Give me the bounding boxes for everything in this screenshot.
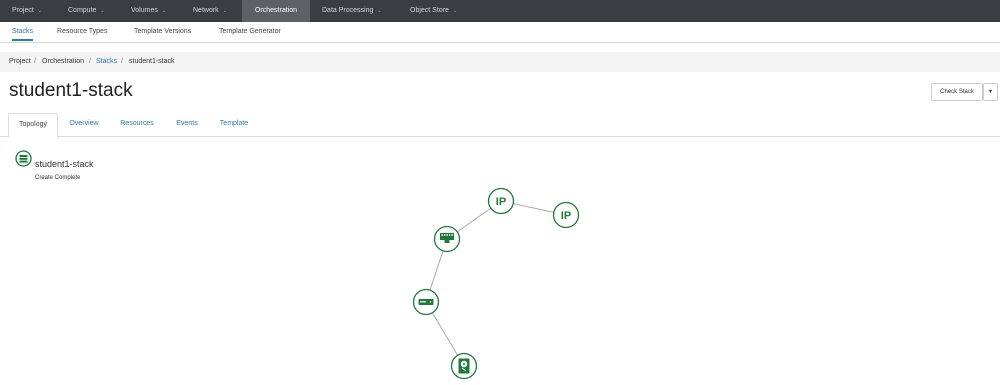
volume-node[interactable] [450,352,478,380]
server-node[interactable] [412,288,440,316]
server-icon [418,299,434,305]
port-node[interactable] [433,225,461,253]
volume-icon [458,358,470,374]
floating-ip-node[interactable]: IP [487,187,515,215]
topology-graph: IP IP [412,187,580,380]
floating-ip-icon: IP [496,196,506,208]
floating-ip-icon: IP [561,210,571,222]
topology-edges [425,200,567,367]
floating-ip-node[interactable]: IP [552,201,580,229]
